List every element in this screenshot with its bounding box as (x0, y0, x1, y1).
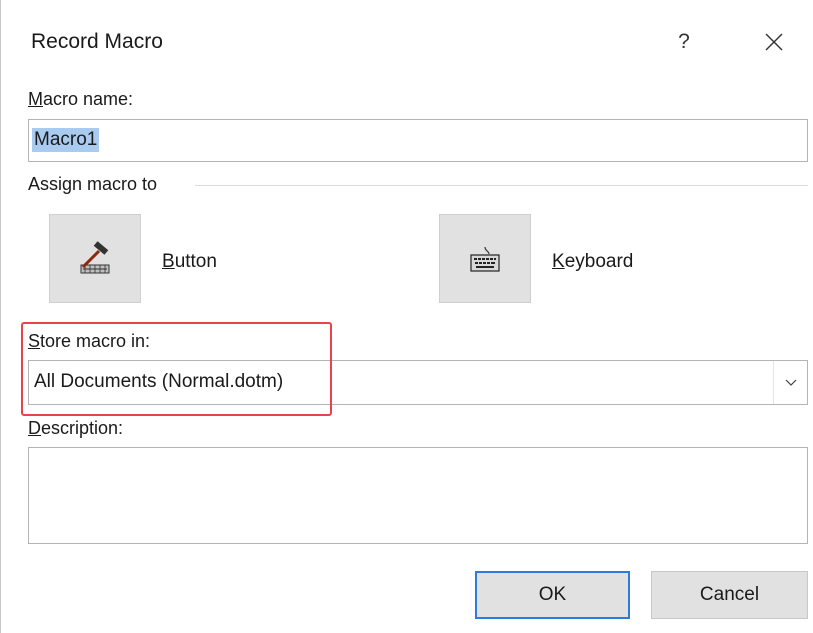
description-label: Description: (28, 418, 124, 438)
cancel-button[interactable]: Cancel (651, 571, 808, 619)
keyboard-icon (470, 246, 500, 272)
assign-macro-label: Assign macro to (28, 174, 158, 194)
store-macro-select[interactable]: All Documents (Normal.dotm) (28, 360, 808, 405)
close-icon (765, 33, 783, 51)
ok-button[interactable]: OK (475, 571, 630, 619)
hammer-icon (80, 240, 110, 273)
dialog-title: Record Macro (31, 30, 163, 53)
help-button[interactable]: ? (669, 24, 699, 60)
assign-keyboard-button[interactable] (439, 214, 531, 303)
assign-button-label[interactable]: Button (162, 251, 217, 273)
assign-group-divider (195, 185, 808, 186)
store-macro-value: All Documents (Normal.dotm) (34, 371, 284, 392)
close-button[interactable] (756, 24, 792, 60)
macro-name-value: Macro1 (32, 128, 100, 152)
store-macro-label: Store macro in: (28, 331, 151, 351)
assign-button-button[interactable] (49, 214, 141, 303)
macro-name-input[interactable]: Macro1 (28, 119, 808, 162)
store-macro-dropdown-button[interactable] (773, 361, 807, 404)
macro-name-label: Macro name: (28, 89, 134, 109)
record-macro-dialog: Record Macro ? Macro name: Macro1 Assign… (0, 0, 813, 633)
assign-keyboard-label[interactable]: Keyboard (552, 251, 633, 273)
title-bar: Record Macro ? (1, 0, 813, 84)
description-textarea[interactable] (28, 447, 808, 544)
chevron-down-icon (785, 379, 796, 386)
